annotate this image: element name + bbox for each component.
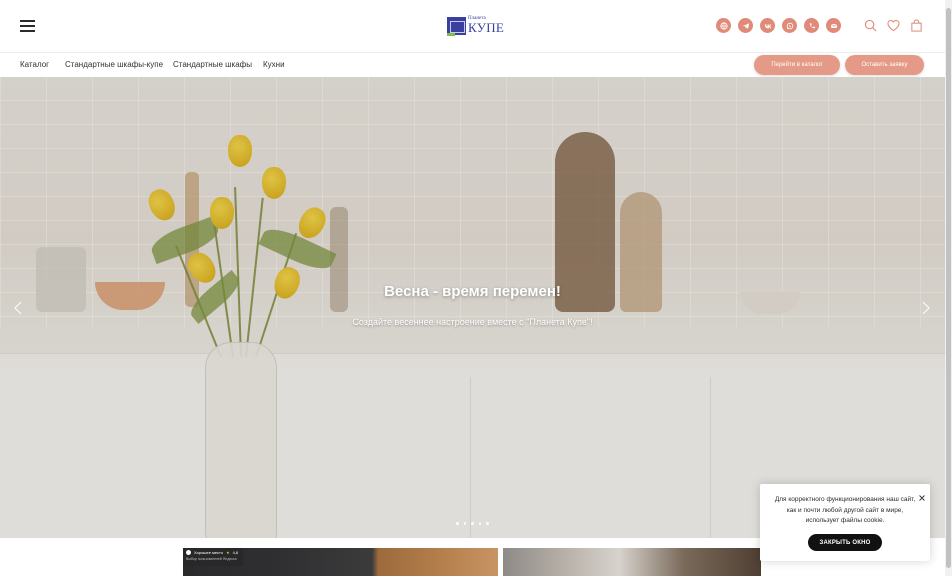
hero-slider: Весна - время перемен! Создайте весеннее… [0, 77, 945, 538]
slider-dot[interactable] [478, 522, 481, 525]
scrollbar-thumb[interactable] [946, 8, 951, 568]
go-to-catalog-button[interactable]: Перейти в каталог [754, 55, 840, 75]
header-actions [864, 19, 923, 32]
phone-icon[interactable] [804, 18, 819, 33]
header: Планета КУПЕ [0, 0, 945, 52]
yandex-place-icon [186, 550, 191, 555]
menu-icon[interactable] [20, 20, 35, 32]
page: Планета КУПЕ Каталог Стандартные шкафы-к… [0, 0, 952, 576]
slider-dot[interactable] [486, 522, 489, 525]
vk-icon[interactable] [760, 18, 775, 33]
cookie-popup: Для корректного функционирования наш сай… [760, 484, 930, 561]
nav-item-standard-wardrobes[interactable]: Стандартные шкафы [173, 60, 252, 69]
badge-rating: 4,6 [232, 550, 239, 555]
yandex-rating-badge[interactable]: Хорошее место ★ 4,6 Выбор пользователей … [183, 548, 243, 566]
slider-dot[interactable] [456, 522, 459, 525]
badge-title: Хорошее место [194, 550, 224, 555]
nav-item-kitchens[interactable]: Кухни [263, 60, 285, 69]
scroll-up-icon[interactable] [946, 1, 951, 13]
leave-request-button[interactable]: Оставить заявку [845, 55, 924, 75]
whatsapp-icon[interactable] [782, 18, 797, 33]
slider-dot[interactable] [463, 522, 466, 525]
hero-overlay [0, 77, 945, 538]
nav-bar: Каталог Стандартные шкафы-купе Стандартн… [0, 52, 945, 77]
slider-pagination [456, 522, 489, 525]
product-photo-wardrobe-light[interactable] [503, 548, 761, 576]
mail-icon[interactable] [826, 18, 841, 33]
cookie-text: Для корректного функционирования наш сай… [774, 496, 916, 524]
logo-big-text: КУПЕ [468, 20, 505, 35]
logo[interactable]: Планета КУПЕ [447, 16, 504, 36]
globe-icon[interactable] [716, 18, 731, 33]
close-icon[interactable] [919, 488, 925, 501]
hero-title: Весна - время перемен! [384, 283, 561, 300]
close-window-button[interactable]: ЗАКРЫТЬ ОКНО [808, 534, 882, 551]
scrollbar[interactable] [945, 0, 952, 576]
logo-accent [447, 33, 455, 36]
heart-icon[interactable] [887, 19, 900, 32]
hero-subtitle: Создайте весеннее настроение вместе с "П… [352, 317, 593, 327]
star-icon: ★ [226, 550, 230, 555]
scroll-down-icon[interactable] [946, 570, 951, 575]
badge-caption: Выбор пользователей Яндекса [186, 557, 237, 561]
cart-icon[interactable] [910, 19, 923, 32]
social-links [716, 18, 841, 33]
search-icon[interactable] [864, 19, 877, 32]
slider-next-arrow-icon[interactable] [921, 301, 931, 315]
telegram-icon[interactable] [738, 18, 753, 33]
slider-prev-arrow-icon[interactable] [13, 301, 23, 315]
nav-item-catalog[interactable]: Каталог [20, 60, 49, 69]
nav-item-standard-wardrobes-coupe[interactable]: Стандартные шкафы-купе [65, 60, 163, 69]
slider-dot[interactable] [471, 522, 474, 525]
